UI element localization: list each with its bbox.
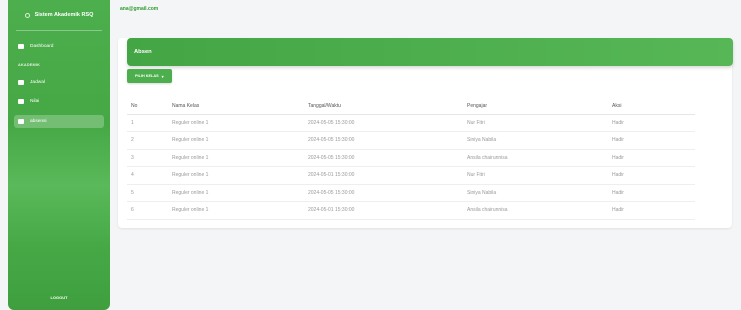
sidebar-item-label: Jadwal — [30, 80, 45, 85]
cell-no: 2 — [127, 131, 172, 150]
dashboard-icon — [18, 44, 24, 49]
user-email[interactable]: ana@gmail.com — [120, 6, 158, 12]
table-row: 6 Reguler online 1 2024-05-01 15:30:00 A… — [127, 201, 695, 220]
cell-kelas: Reguler online 1 — [172, 166, 308, 185]
sidebar-item-label: Nilai — [30, 99, 40, 104]
cell-no: 4 — [127, 166, 172, 185]
absen-card: Absen PILIH KELAS ▾ No Nama Kelas Tangga… — [118, 38, 733, 228]
cell-kelas: Reguler online 1 — [172, 184, 308, 202]
cell-kelas: Reguler online 1 — [172, 131, 308, 150]
column-header: No — [127, 98, 172, 115]
sidebar: Sistem Akademik RSQ Dashboard AKADEMIK J… — [8, 0, 110, 310]
section-heading: AKADEMIK — [18, 63, 41, 67]
chevron-down-icon: ▾ — [161, 74, 164, 79]
cell-waktu: 2024-05-05 15:30:00 — [308, 131, 467, 150]
brand-title: Sistem Akademik RSQ — [34, 12, 94, 18]
table-row: 4 Reguler online 1 2024-05-01 15:30:00 N… — [127, 166, 695, 185]
absen-table: No Nama Kelas Tanggal/Waktu Pengajar Aks… — [127, 98, 695, 220]
table-row: 1 Reguler online 1 2024-05-05 15:30:00 N… — [127, 114, 695, 132]
cell-waktu: 2024-05-05 15:30:00 — [308, 114, 467, 132]
cell-no: 1 — [127, 114, 172, 132]
sidebar-item-nilai[interactable]: Nilai — [18, 99, 39, 104]
cell-pengajar: Ansila chairunnisa — [467, 149, 612, 167]
logout-button[interactable]: LOGOUT — [8, 295, 110, 300]
sidebar-item-jadwal[interactable]: Jadwal — [18, 80, 45, 85]
sidebar-item-absensi[interactable]: absensi — [18, 119, 47, 124]
cell-pengajar: Ansila chairunnisa — [467, 201, 612, 220]
cell-no: 5 — [127, 184, 172, 202]
sidebar-item-label: absensi — [30, 119, 47, 124]
column-header: Aksi — [612, 98, 695, 115]
sidebar-item-dashboard[interactable]: Dashboard — [18, 44, 53, 49]
person-icon — [18, 80, 24, 85]
table-row: 3 Reguler online 1 2024-05-05 15:30:00 A… — [127, 149, 695, 167]
document-icon — [18, 99, 24, 104]
table-row: 2 Reguler online 1 2024-05-05 15:30:00 S… — [127, 131, 695, 150]
cell-pengajar: Siniya Nabila — [467, 131, 612, 150]
table-row: 5 Reguler online 1 2024-05-05 15:30:00 S… — [127, 184, 695, 202]
cell-aksi[interactable]: Hadir — [612, 184, 695, 202]
card-title: Absen — [134, 49, 152, 55]
sidebar-item-label: Dashboard — [30, 44, 54, 49]
cell-no: 3 — [127, 149, 172, 167]
cell-no: 6 — [127, 201, 172, 220]
cell-waktu: 2024-05-01 15:30:00 — [308, 166, 467, 185]
divider — [16, 30, 102, 31]
card-header: Absen — [127, 38, 733, 66]
pilih-kelas-label: PILIH KELAS — [135, 74, 159, 78]
cell-aksi[interactable]: Hadir — [612, 131, 695, 150]
cell-aksi[interactable]: Hadir — [612, 149, 695, 167]
table-header-row: No Nama Kelas Tanggal/Waktu Pengajar Aks… — [127, 98, 695, 115]
cell-waktu: 2024-05-05 15:30:00 — [308, 149, 467, 167]
column-header: Pengajar — [467, 98, 612, 115]
brand[interactable]: Sistem Akademik RSQ — [8, 0, 110, 30]
cell-pengajar: Siniya Nabila — [467, 184, 612, 202]
cell-kelas: Reguler online 1 — [172, 149, 308, 167]
cell-aksi[interactable]: Hadir — [612, 201, 695, 220]
cell-pengajar: Nur Fitri — [467, 114, 612, 132]
pilih-kelas-button[interactable]: PILIH KELAS ▾ — [127, 69, 172, 83]
cell-aksi[interactable]: Hadir — [612, 114, 695, 132]
column-header: Nama Kelas — [172, 98, 308, 115]
cell-kelas: Reguler online 1 — [172, 201, 308, 220]
cell-kelas: Reguler online 1 — [172, 114, 308, 132]
column-header: Tanggal/Waktu — [308, 98, 467, 115]
cell-waktu: 2024-05-01 15:30:00 — [308, 201, 467, 220]
cell-aksi[interactable]: Hadir — [612, 166, 695, 185]
absensi-icon — [18, 119, 24, 124]
cell-pengajar: Nur Fitri — [467, 166, 612, 185]
cell-waktu: 2024-05-05 15:30:00 — [308, 184, 467, 202]
logo-icon — [24, 12, 30, 18]
